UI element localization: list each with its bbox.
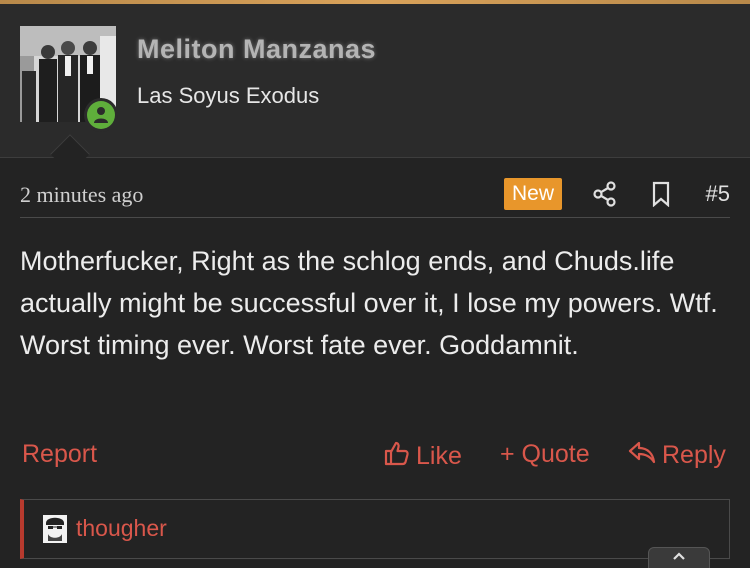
reactions-bar: thougher xyxy=(20,499,730,559)
reply-label: Reply xyxy=(662,441,726,469)
online-status-badge xyxy=(84,98,118,132)
thumbs-up-icon xyxy=(384,440,410,473)
chevron-up-icon xyxy=(671,548,687,568)
author-username[interactable]: Meliton Manzanas xyxy=(137,34,376,65)
bookmark-icon[interactable] xyxy=(650,181,672,208)
quote-button[interactable]: + Quote xyxy=(500,440,590,469)
post-body: Motherfucker, Right as the schlog ends, … xyxy=(20,246,718,360)
like-label: Like xyxy=(416,442,462,470)
post-timestamp[interactable]: 2 minutes ago xyxy=(20,182,143,208)
reaction-user-avatar[interactable] xyxy=(42,514,68,544)
reaction-username[interactable]: thougher xyxy=(76,515,167,542)
report-button[interactable]: Report xyxy=(22,440,97,469)
post-number-link[interactable]: #5 xyxy=(706,181,730,207)
author-avatar[interactable] xyxy=(20,26,118,132)
post-header: Meliton Manzanas Las Soyus Exodus xyxy=(0,4,750,158)
post-meta-row: 2 minutes ago New #5 xyxy=(20,178,730,218)
post-actions-bar: Report Like + Quote Reply xyxy=(22,436,728,476)
new-badge: New xyxy=(504,178,563,210)
author-title: Las Soyus Exodus xyxy=(137,83,320,108)
reply-button[interactable]: Reply xyxy=(628,440,726,471)
like-button[interactable]: Like xyxy=(384,440,462,473)
user-online-icon xyxy=(87,101,115,129)
reply-arrow-icon xyxy=(628,440,656,471)
share-icon[interactable] xyxy=(592,180,618,208)
scroll-to-top-button[interactable] xyxy=(648,547,710,568)
